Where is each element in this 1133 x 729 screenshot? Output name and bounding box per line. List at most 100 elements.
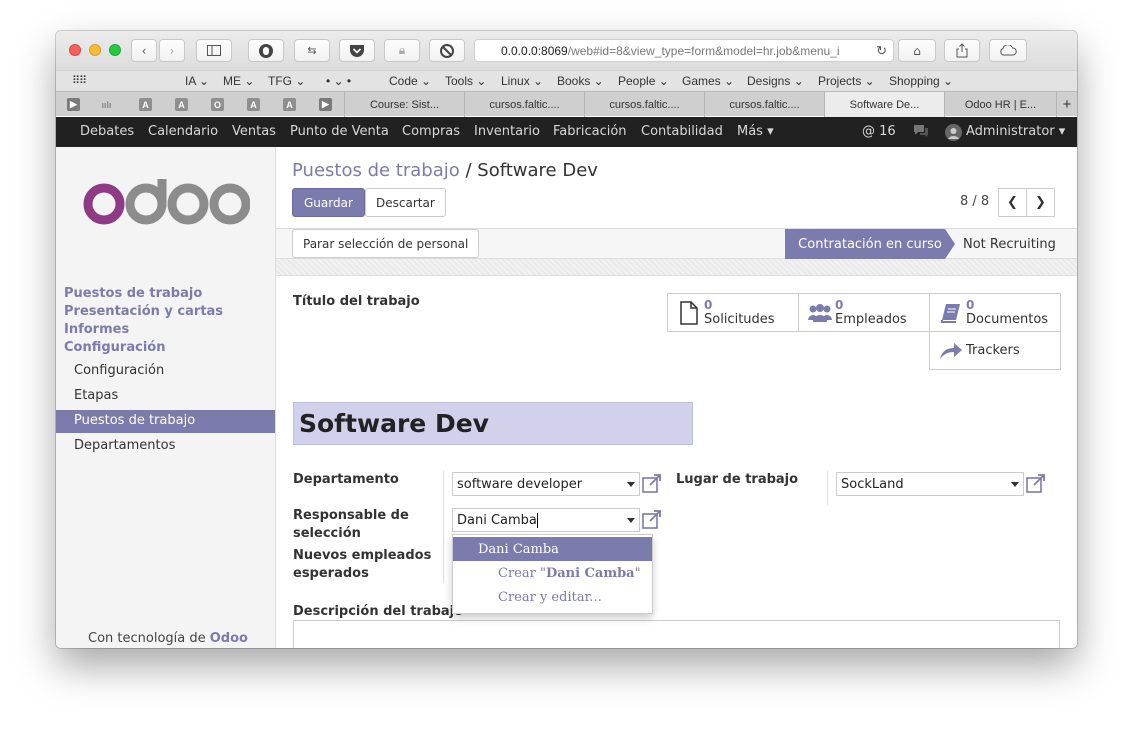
pinned-tab-a1[interactable]: A <box>139 98 152 111</box>
tab-odoo-hr[interactable]: Odoo HR | E... <box>944 92 1056 117</box>
bookmarks-bar: ⠿⠿ IA ⌄ ME ⌄ TFG ⌄ • ⌄ • Code ⌄ Tools ⌄ … <box>56 70 1077 91</box>
form-statusbar: Parar selección de personal Contratación… <box>276 229 1077 259</box>
stop-recruitment-button[interactable]: Parar selección de personal <box>292 229 480 258</box>
autocomplete-create-edit-option[interactable]: Crear y editar... <box>453 585 652 609</box>
mentions-counter[interactable]: @ 16 <box>862 124 896 139</box>
autocomplete-create-option[interactable]: Crear " Dani Camba " <box>453 561 652 585</box>
bookmark-dots[interactable]: • ⌄ • <box>326 74 351 88</box>
chat-icon[interactable] <box>913 124 929 141</box>
pager-next-button[interactable]: ❯ <box>1026 188 1055 217</box>
tab-software-dev[interactable]: Software De... <box>824 92 944 117</box>
pinned-tab-o[interactable]: O <box>211 98 224 111</box>
bookmark-tools[interactable]: Tools ⌄ <box>445 74 486 88</box>
share-button[interactable] <box>944 39 980 62</box>
menu-punto-de-venta[interactable]: Punto de Venta <box>290 124 389 139</box>
workplace-field[interactable]: SockLand <box>836 472 1024 496</box>
grid-icon[interactable]: ⠿⠿ <box>72 74 87 87</box>
pinned-tab-a4[interactable]: A <box>283 98 296 111</box>
icloud-button[interactable] <box>989 39 1027 62</box>
block-button[interactable] <box>429 39 465 62</box>
bookmark-tfg[interactable]: TFG ⌄ <box>268 74 305 88</box>
url-path: /web#id=8&view_type=form&model=hr.job&me… <box>567 43 840 58</box>
sidebar-item-departamentos[interactable]: Departamentos <box>56 435 275 458</box>
bookmark-people[interactable]: People ⌄ <box>618 74 669 88</box>
stage-not-recruiting[interactable]: Not Recruiting <box>963 229 1056 259</box>
menu-debates[interactable]: Debates <box>80 124 134 139</box>
bookmark-shopping[interactable]: Shopping ⌄ <box>889 74 953 88</box>
menu-ventas[interactable]: Ventas <box>232 124 276 139</box>
menu-compras[interactable]: Compras <box>402 124 460 139</box>
sidebar-header-presentacion[interactable]: Presentación y cartas <box>64 304 223 319</box>
discard-button[interactable]: Descartar <box>365 188 446 217</box>
caret-down-icon[interactable] <box>1011 482 1019 487</box>
sidebar-header-configuracion[interactable]: Configuración <box>64 340 165 355</box>
extension-button[interactable] <box>248 39 284 62</box>
department-label: Departamento <box>293 472 399 487</box>
sidebar-item-configuracion[interactable]: Configuración <box>56 360 275 383</box>
user-menu[interactable]: Administrator ▾ <box>966 124 1065 139</box>
zoom-window-button[interactable] <box>109 44 121 56</box>
pinned-tab-a3[interactable]: A <box>247 98 260 111</box>
responsible-field[interactable]: Dani Camba <box>452 508 640 532</box>
menu-inventario[interactable]: Inventario <box>474 124 540 139</box>
youtube-pinned-tab-2[interactable]: ▶ <box>319 98 332 111</box>
department-field[interactable]: software developer <box>452 472 640 496</box>
bookmark-ia[interactable]: IA ⌄ <box>185 74 209 88</box>
swap-icon: ⇆ <box>307 44 317 57</box>
pocket-button[interactable] <box>339 39 375 62</box>
menu-calendario[interactable]: Calendario <box>148 124 218 139</box>
extension-button-3[interactable]: 🔒︎ <box>384 39 420 62</box>
bookmark-projects[interactable]: Projects ⌄ <box>818 74 875 88</box>
bookmark-me[interactable]: ME ⌄ <box>223 74 254 88</box>
pager-previous-button[interactable]: ❮ <box>998 188 1027 217</box>
bookmark-books[interactable]: Books ⌄ <box>557 74 604 88</box>
bookmark-games[interactable]: Games ⌄ <box>682 74 734 88</box>
trackers-smart-button[interactable]: Trackers <box>929 331 1061 370</box>
powered-brand-link[interactable]: Odoo <box>210 631 248 646</box>
tab-course[interactable]: Course: Sist... <box>344 92 464 117</box>
minimize-window-button[interactable] <box>89 44 101 56</box>
address-bar[interactable]: 0.0.0.0:8069/web#id=8&view_type=form&mod… <box>474 39 894 62</box>
new-tab-button[interactable]: + <box>1056 92 1077 117</box>
caret-down-icon[interactable] <box>627 482 635 487</box>
external-link-icon[interactable] <box>1026 474 1046 493</box>
applications-smart-button[interactable]: 0 Solicitudes <box>667 293 799 332</box>
bookmark-code[interactable]: Code ⌄ <box>389 74 431 88</box>
sidebar-header-puestos[interactable]: Puestos de trabajo <box>64 286 202 301</box>
menu-fabricacion[interactable]: Fabricación <box>553 124 627 139</box>
external-link-icon[interactable] <box>642 510 662 529</box>
close-window-button[interactable] <box>69 44 81 56</box>
external-link-icon[interactable] <box>642 474 662 493</box>
job-title-input[interactable]: Software Dev <box>293 402 693 445</box>
menu-mas[interactable]: Más ▾ <box>737 124 774 139</box>
menu-contabilidad[interactable]: Contabilidad <box>641 124 723 139</box>
caret-down-icon[interactable] <box>627 518 635 523</box>
pager-value: 8 / 8 <box>960 194 990 209</box>
bookmark-designs[interactable]: Designs ⌄ <box>747 74 804 88</box>
reload-icon[interactable]: ↻ <box>876 43 887 59</box>
employees-smart-button[interactable]: 0 Empleados <box>798 293 930 332</box>
save-button[interactable]: Guardar <box>292 188 365 217</box>
autocomplete-option-match[interactable]: Dani Camba <box>453 537 652 561</box>
pinned-tab-a2[interactable]: A <box>175 98 188 111</box>
tab-cursos-3[interactable]: cursos.faltic.... <box>704 92 824 117</box>
back-button[interactable]: ‹ <box>131 39 157 62</box>
extension-button-2[interactable]: ⇆ <box>294 39 330 62</box>
breadcrumb-parent[interactable]: Puestos de trabajo <box>292 160 460 181</box>
sidebar-toggle-button[interactable] <box>196 39 232 62</box>
forward-button[interactable]: › <box>159 39 185 62</box>
tab-cursos-2[interactable]: cursos.faltic.... <box>584 92 704 117</box>
youtube-pinned-tab[interactable]: ▶ <box>67 98 80 111</box>
sidebar-item-puestos-de-trabajo[interactable]: Puestos de trabajo <box>56 410 275 433</box>
soundcloud-pinned-tab[interactable]: ıılı <box>100 98 113 111</box>
job-description-input[interactable] <box>293 620 1060 648</box>
odoo-logo[interactable] <box>82 177 250 227</box>
bookmark-linux[interactable]: Linux ⌄ <box>501 74 543 88</box>
user-avatar[interactable] <box>945 124 962 145</box>
tab-cursos-1[interactable]: cursos.faltic.... <box>464 92 584 117</box>
home-button[interactable]: ⌂ <box>898 39 936 62</box>
documents-smart-button[interactable]: 0 Documentos <box>929 293 1061 332</box>
sidebar-item-etapas[interactable]: Etapas <box>56 385 275 408</box>
sidebar-header-informes[interactable]: Informes <box>64 322 129 337</box>
stage-recruitment-in-progress[interactable]: Contratación en curso <box>785 229 955 259</box>
